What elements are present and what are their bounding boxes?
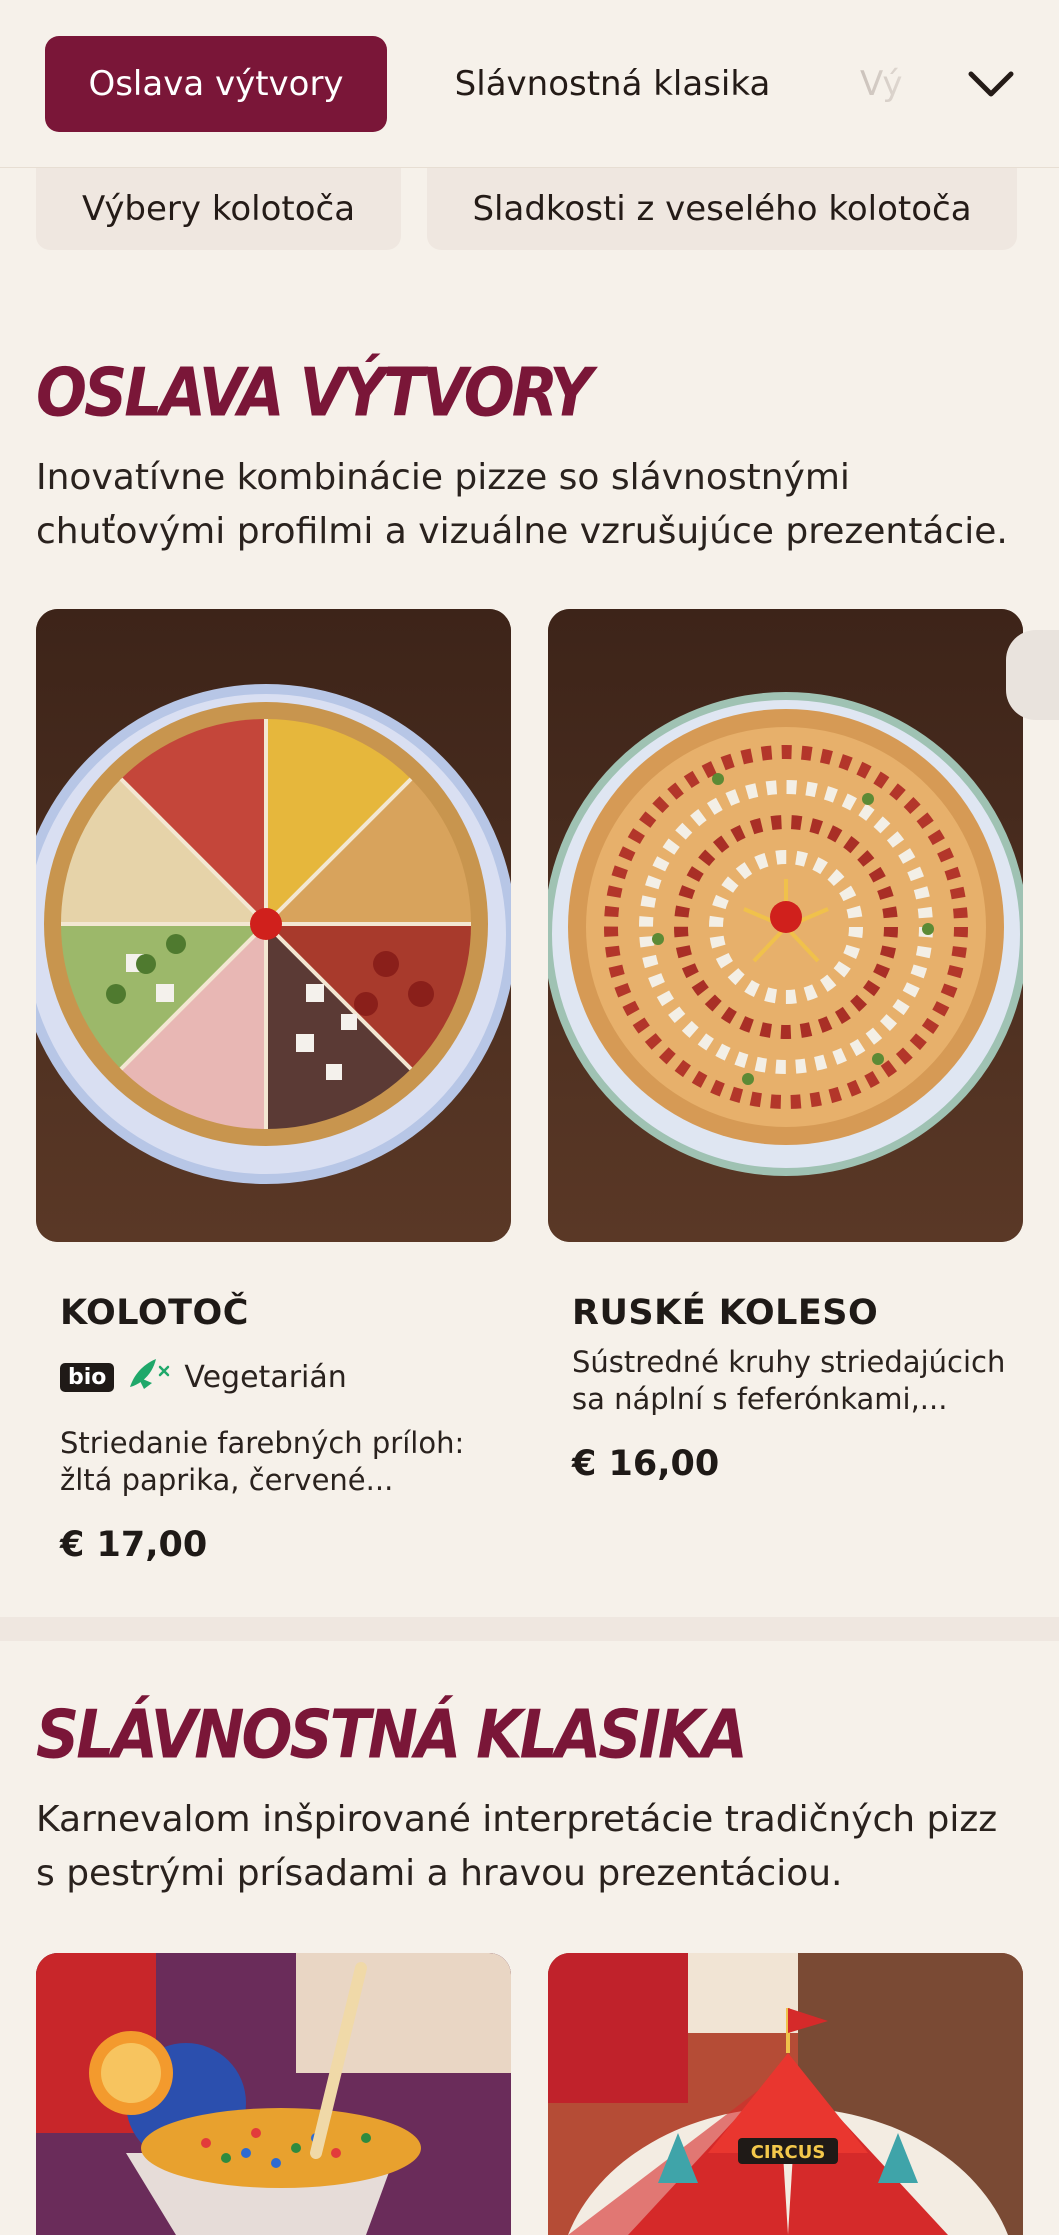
tab-vybery-kolotoca[interactable]: Výbery kolotoča: [36, 168, 401, 250]
tab-slavnostna-klasika[interactable]: Slávnostná klasika: [430, 36, 795, 132]
item-description-line-2: sa náplní s feferónkami,...: [572, 1382, 948, 1416]
pizza-image-kolotoc[interactable]: [36, 609, 511, 1242]
circus-sign-text: CIRCUS: [751, 2142, 826, 2163]
tab-sladkosti[interactable]: Sladkosti z veselého kolotoča: [427, 168, 1017, 250]
item-tags: bio Vegetarián: [60, 1353, 347, 1401]
tab-oslava-vytvory[interactable]: Oslava výtvory: [45, 36, 387, 132]
vegetarian-icon: [126, 1353, 172, 1401]
pizza-image-circus[interactable]: CIRCUS: [548, 1953, 1023, 2235]
pizza-image-party[interactable]: [36, 1953, 511, 2235]
item-name: RUSKÉ KOLESO: [572, 1293, 879, 1333]
item-description-line-2: žltá paprika, červené...: [60, 1463, 394, 1497]
item-description: Striedanie farebných príloh: žltá paprik…: [60, 1425, 464, 1499]
next-card-peek: [1006, 630, 1059, 720]
item-price: € 17,00: [60, 1525, 208, 1565]
section-divider: [0, 1617, 1059, 1641]
category-tabs-row-2: Výbery kolotoča Sladkosti z veselého kol…: [0, 168, 1059, 258]
section-description: Inovatívne kombinácie pizze so slávnostn…: [36, 457, 1008, 552]
item-description: Sústredné kruhy striedajúcich sa náplní …: [572, 1344, 1005, 1418]
item-description-line-1: Sústredné kruhy striedajúcich: [572, 1345, 1006, 1379]
tabs-fade-overlay: [819, 0, 1059, 167]
chevron-down-icon[interactable]: [963, 58, 1019, 110]
item-description-line-1: Striedanie farebných príloh:: [60, 1426, 465, 1460]
bio-badge: bio: [60, 1362, 115, 1392]
section-description: Karnevalom inšpirované interpretácie tra…: [36, 1799, 998, 1894]
section-title: Slávnostná klasika: [36, 1696, 748, 1775]
pizza-image-ruske-koleso[interactable]: [548, 609, 1023, 1242]
section-title: Oslava výtvory: [36, 354, 593, 433]
item-price: € 16,00: [572, 1444, 720, 1484]
item-name: KOLOTOČ: [60, 1293, 249, 1333]
vegetarian-label: Vegetarián: [184, 1359, 347, 1395]
category-tabs-bar: Oslava výtvory Slávnostná klasika Vý: [0, 0, 1059, 168]
